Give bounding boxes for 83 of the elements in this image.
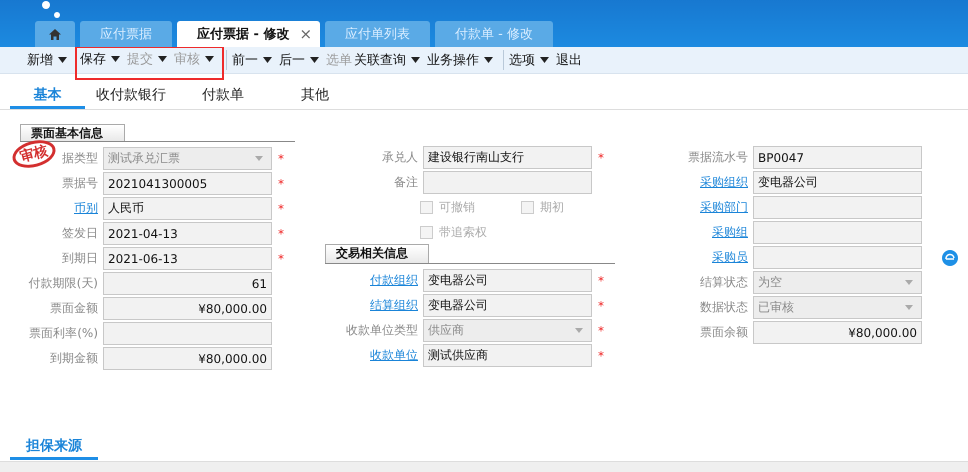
required-mark: * <box>598 324 604 338</box>
input-field[interactable] <box>753 196 922 219</box>
field-label: 到期金额 <box>50 351 98 365</box>
caret-icon <box>905 305 913 310</box>
toolbar-button[interactable]: 新增 <box>26 51 54 69</box>
input-field[interactable]: 2021-04-13 <box>103 222 272 245</box>
field-label: 到期日 <box>62 251 98 265</box>
input-field[interactable]: 测试供应商 <box>423 344 592 367</box>
field-link[interactable]: 采购员 <box>712 250 748 264</box>
section-header: 交易相关信息 <box>325 244 429 263</box>
required-mark: * <box>278 176 284 190</box>
field-label: 据类型 <box>62 151 98 165</box>
close-icon[interactable]: × <box>299 25 312 43</box>
toolbar-button[interactable]: 前一 <box>231 51 259 69</box>
home-tab[interactable] <box>35 21 75 47</box>
required-mark: * <box>278 152 284 166</box>
field-label: 备注 <box>394 175 418 189</box>
toolbar-button[interactable]: 关联查询 <box>353 51 407 69</box>
caret-icon[interactable] <box>58 57 67 63</box>
field-label: 承兑人 <box>382 150 418 164</box>
toolbar-button[interactable]: 后一 <box>278 51 306 69</box>
required-mark: * <box>278 252 284 266</box>
input-field[interactable] <box>753 246 922 269</box>
required-mark: * <box>598 298 604 312</box>
field-link[interactable]: 采购组织 <box>700 175 748 189</box>
form-tab[interactable]: 收付款银行 <box>85 84 177 109</box>
home-icon <box>49 28 61 40</box>
field-label: 结算状态 <box>700 275 748 289</box>
input-field[interactable]: 人民币 <box>103 197 272 220</box>
caret-icon[interactable] <box>111 56 120 62</box>
caret-icon <box>905 280 913 285</box>
toolbar-button[interactable]: 退出 <box>555 51 583 69</box>
field-label: 票据号 <box>62 176 98 190</box>
input-field[interactable]: ¥80,000.00 <box>753 321 922 344</box>
field-link[interactable]: 收款单位 <box>370 348 418 362</box>
input-field[interactable]: 变电器公司 <box>423 294 592 317</box>
input-field[interactable]: 2021-06-13 <box>103 247 272 270</box>
field-label: 收款单位类型 <box>346 323 418 337</box>
caret-icon[interactable] <box>484 57 493 63</box>
required-mark: * <box>598 348 604 362</box>
input-field[interactable]: 变电器公司 <box>423 269 592 292</box>
field-link[interactable]: 采购组 <box>712 225 748 239</box>
input-field[interactable]: ¥80,000.00 <box>103 347 272 370</box>
field-label: 票面利率(%) <box>29 326 98 340</box>
input-field[interactable]: 变电器公司 <box>753 171 922 194</box>
caret-icon[interactable] <box>540 57 549 63</box>
logo-icon <box>41 0 61 19</box>
field-label: 票面余额 <box>700 325 748 339</box>
caret-icon[interactable] <box>411 57 420 63</box>
input-field[interactable] <box>753 221 922 244</box>
input-field[interactable]: 61 <box>103 272 272 295</box>
required-mark: * <box>278 226 284 240</box>
page-tab[interactable]: 应付票据 - 修改 × <box>177 21 320 47</box>
field-link[interactable]: 币别 <box>74 201 98 215</box>
form-tab[interactable]: 付款单 <box>177 84 269 109</box>
field-label: 签发日 <box>62 226 98 240</box>
form-tab[interactable]: 其他 <box>269 84 361 109</box>
toolbar-button[interactable]: 选项 <box>508 51 536 69</box>
caret-icon <box>575 328 583 333</box>
required-mark: * <box>278 202 284 216</box>
field-link[interactable]: 付款组织 <box>370 273 418 287</box>
refresh-icon[interactable] <box>942 250 958 266</box>
input-field[interactable] <box>423 171 592 194</box>
field-link[interactable]: 结算组织 <box>370 298 418 312</box>
field-label: 票据流水号 <box>688 150 748 164</box>
input-field[interactable] <box>103 322 272 345</box>
required-mark: * <box>598 274 604 288</box>
section-header: 票面基本信息 <box>20 124 125 141</box>
toolbar-button[interactable]: 业务操作 <box>426 51 480 69</box>
toolbar-button[interactable]: 保存 <box>79 50 107 68</box>
field-label: 数据状态 <box>700 300 748 314</box>
caret-icon <box>255 156 263 161</box>
caret-icon[interactable] <box>263 57 272 63</box>
field-link[interactable]: 采购部门 <box>700 200 748 214</box>
required-mark: * <box>598 150 604 164</box>
input-field[interactable]: 2021041300005 <box>103 172 272 195</box>
form-tab[interactable]: 基本 <box>10 84 85 109</box>
caret-icon[interactable] <box>310 57 319 63</box>
input-field[interactable]: BP0047 <box>753 146 922 169</box>
field-label: 票面金额 <box>50 301 98 315</box>
input-field[interactable]: 建设银行南山支行 <box>423 146 592 169</box>
field-label: 付款期限(天) <box>28 276 98 290</box>
input-field[interactable]: ¥80,000.00 <box>103 297 272 320</box>
